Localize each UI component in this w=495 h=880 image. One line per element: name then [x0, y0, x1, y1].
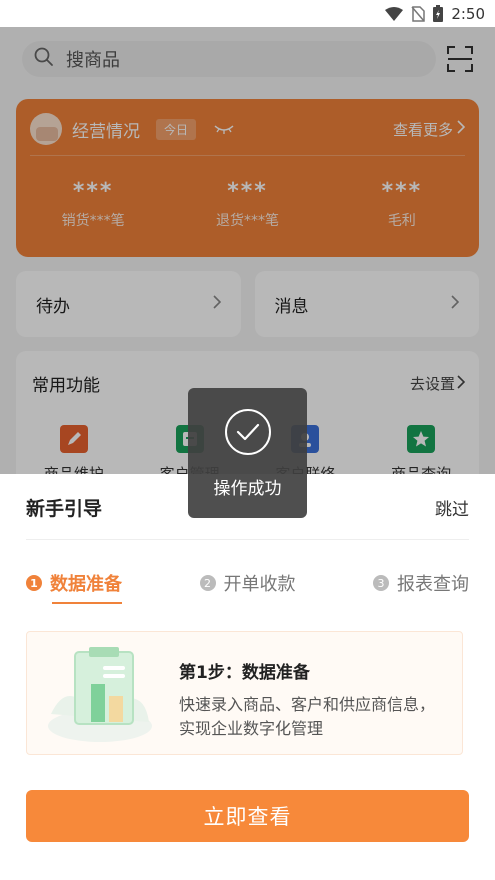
view-more-label: 查看更多: [392, 120, 453, 139]
step-text: 第1步：数据准备 快速录入商品、客户和供应商信息，实现企业数字化管理: [179, 658, 446, 741]
divider: [30, 155, 465, 156]
step-title: 第1步：数据准备: [179, 663, 310, 683]
business-card-title: 经营情况: [72, 121, 140, 142]
beginner-guide-sheet: 新手引导 跳过 1 数据准备 2 开单收款 3 报表查询 第1步：数据准备 快速…: [0, 474, 495, 880]
step-number: 2: [199, 575, 216, 591]
business-card-header: 经营情况 今日 查看更多: [30, 111, 466, 147]
stat-label: 毛利: [387, 213, 416, 229]
chevron-right-icon: [457, 120, 466, 138]
step-label: 开单收款: [223, 574, 296, 595]
panel-row: 待办 消息: [16, 271, 479, 337]
chevron-right-icon: [212, 294, 221, 314]
step-tab-data-prep[interactable]: 1 数据准备: [26, 570, 122, 604]
wifi-icon: [385, 6, 404, 21]
edit-icon: [59, 425, 88, 453]
messages-label: 消息: [274, 296, 309, 317]
stat-label: 销货***笔: [61, 213, 125, 229]
search-input[interactable]: 搜商品: [22, 41, 436, 77]
guide-title: 新手引导: [26, 497, 103, 520]
clipboard-chart-illustration: [45, 644, 155, 744]
step-label: 数据准备: [50, 574, 122, 595]
stat-value: ***: [72, 179, 114, 204]
skip-button[interactable]: 跳过: [435, 495, 469, 520]
todo-panel[interactable]: 待办: [16, 271, 241, 337]
messages-panel[interactable]: 消息: [254, 271, 479, 337]
status-time: 2:50: [451, 4, 485, 23]
business-overview-card: 经营情况 今日 查看更多 *** 销货***笔 *** 退货***笔 *** 毛…: [16, 99, 479, 257]
stat-gross-profit[interactable]: *** 毛利: [325, 179, 479, 230]
status-bar: 2:50: [0, 0, 495, 27]
business-stats: *** 销货***笔 *** 退货***笔 *** 毛利: [16, 179, 479, 230]
search-row: 搜商品: [22, 41, 474, 77]
stat-value: ***: [381, 179, 423, 204]
view-more-link[interactable]: 查看更多: [392, 119, 466, 140]
step-tab-reports[interactable]: 3 报表查询: [373, 570, 469, 596]
check-circle-icon: [224, 408, 272, 460]
star-icon: [407, 425, 436, 453]
todo-label: 待办: [36, 296, 70, 317]
step-number: 3: [373, 575, 389, 591]
step-detail-card: 第1步：数据准备 快速录入商品、客户和供应商信息，实现企业数字化管理: [26, 631, 463, 755]
view-now-button[interactable]: 立即查看: [26, 790, 469, 842]
period-tag[interactable]: 今日: [156, 118, 197, 140]
no-sim-icon: [411, 5, 426, 22]
stat-returns[interactable]: *** 退货***笔: [170, 179, 324, 230]
stat-value: ***: [227, 179, 268, 204]
step-label: 报表查询: [397, 574, 469, 595]
stat-sales[interactable]: *** 销货***笔: [16, 179, 170, 230]
stat-label: 退货***笔: [215, 213, 279, 229]
search-placeholder: 搜商品: [66, 50, 120, 71]
success-toast: 操作成功: [188, 388, 307, 518]
settings-label: 去设置: [409, 375, 455, 393]
guide-steps: 1 数据准备 2 开单收款 3 报表查询: [26, 570, 469, 606]
battery-icon: [433, 5, 444, 22]
divider: [26, 539, 469, 540]
step-tab-billing[interactable]: 2 开单收款: [199, 570, 296, 596]
step-description: 快速录入商品、客户和供应商信息，实现企业数字化管理: [179, 695, 436, 738]
chevron-right-icon: [451, 294, 460, 314]
step-number: 1: [26, 575, 42, 591]
scan-icon[interactable]: [446, 45, 474, 73]
search-icon: [34, 47, 54, 72]
chevron-right-icon: [457, 374, 466, 393]
eye-hidden-icon[interactable]: [214, 123, 234, 135]
avatar: [30, 113, 62, 145]
toast-text: 操作成功: [213, 479, 282, 499]
settings-link[interactable]: 去设置: [409, 373, 466, 394]
common-functions-title: 常用功能: [32, 376, 100, 396]
